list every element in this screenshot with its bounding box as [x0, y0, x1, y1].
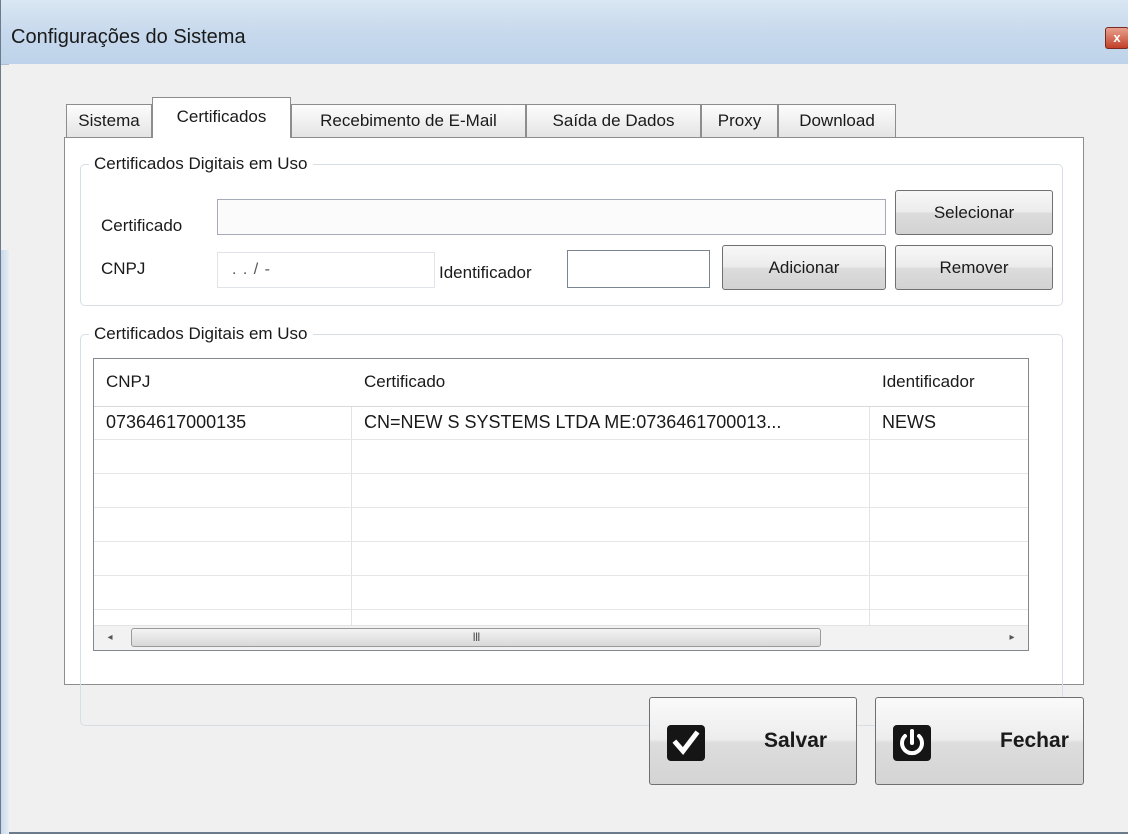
power-icon [893, 725, 931, 761]
cell-identificador: NEWS [882, 412, 936, 432]
table-row-empty[interactable] [94, 508, 1028, 542]
scroll-left-arrow-icon[interactable]: ◂ [98, 626, 122, 650]
tab-saida-dados[interactable]: Saída de Dados [526, 104, 701, 137]
scrollbar-thumb[interactable]: III [131, 628, 821, 647]
cell-certificado: CN=NEW S SYSTEMS LTDA ME:0736461700013..… [364, 412, 782, 432]
remover-button[interactable]: Remover [895, 245, 1053, 290]
button-label: Remover [939, 258, 1009, 277]
cnpj-label: CNPJ [101, 259, 146, 278]
selecionar-button[interactable]: Selecionar [895, 190, 1053, 235]
cell-cnpj: 07364617000135 [106, 412, 247, 432]
tab-label: Certificados [176, 107, 267, 126]
cnpj-input[interactable]: . . / - [217, 252, 435, 288]
horizontal-scrollbar[interactable]: ◂ III ▸ [94, 625, 1028, 650]
button-label: Selecionar [933, 203, 1015, 222]
tab-proxy[interactable]: Proxy [701, 104, 778, 137]
salvar-label: Salvar [764, 729, 828, 752]
tab-label: Sistema [78, 111, 140, 130]
fechar-label: Fechar [1000, 729, 1069, 752]
tab-download[interactable]: Download [778, 104, 896, 137]
scrollbar-grip-icon: III [472, 630, 480, 644]
client-area: Sistema Certificados Recebimento de E-Ma… [9, 64, 1128, 832]
button-label: Adicionar [768, 258, 840, 277]
window-title: Configurações do Sistema [11, 26, 246, 48]
table-row-empty[interactable] [94, 542, 1028, 576]
tab-recebimento-email[interactable]: Recebimento de E-Mail [291, 104, 526, 137]
window-frame-edge [1, 250, 9, 834]
column-header-cnpj[interactable]: CNPJ [94, 359, 352, 405]
tab-label: Proxy [717, 111, 762, 130]
column-header-identificador[interactable]: Identificador [870, 359, 1028, 405]
identificador-input[interactable] [567, 250, 710, 288]
tab-label: Saída de Dados [552, 111, 675, 130]
fechar-button[interactable]: Fechar [875, 697, 1084, 785]
cnpj-mask: . . / - [232, 261, 271, 278]
check-icon-svg [672, 730, 700, 755]
settings-window: Configurações do Sistema x Sistema Certi… [0, 0, 1128, 834]
tab-certificados[interactable]: Certificados [152, 97, 291, 138]
close-window-button[interactable]: x [1105, 27, 1128, 49]
identificador-label: Identificador [439, 263, 532, 282]
salvar-button[interactable]: Salvar [649, 697, 857, 785]
adicionar-button[interactable]: Adicionar [722, 245, 886, 290]
table-row-empty[interactable] [94, 440, 1028, 474]
table-row-empty[interactable] [94, 474, 1028, 508]
tab-label: Download [799, 111, 875, 130]
table-row-empty[interactable] [94, 576, 1028, 610]
group-legend: Certificados Digitais em Uso [94, 324, 308, 343]
table-row[interactable]: 07364617000135 CN=NEW S SYSTEMS LTDA ME:… [94, 406, 1028, 440]
scroll-right-arrow-icon[interactable]: ▸ [1000, 626, 1024, 650]
group-legend: Certificados Digitais em Uso [94, 154, 308, 173]
grid-header: CNPJ Certificado Identificador [94, 359, 1028, 407]
certificados-grid: CNPJ Certificado Identificador 073646170… [93, 358, 1029, 651]
certificado-label: Certificado [101, 216, 183, 235]
certificado-field[interactable] [217, 199, 886, 235]
check-icon [667, 725, 705, 761]
power-icon-svg [900, 729, 924, 756]
column-header-certificado[interactable]: Certificado [352, 359, 870, 405]
title-bar[interactable]: Configurações do Sistema x [1, 0, 1128, 65]
close-icon: x [1113, 30, 1121, 45]
tab-label: Recebimento de E-Mail [320, 111, 497, 130]
tab-sistema[interactable]: Sistema [66, 104, 152, 137]
